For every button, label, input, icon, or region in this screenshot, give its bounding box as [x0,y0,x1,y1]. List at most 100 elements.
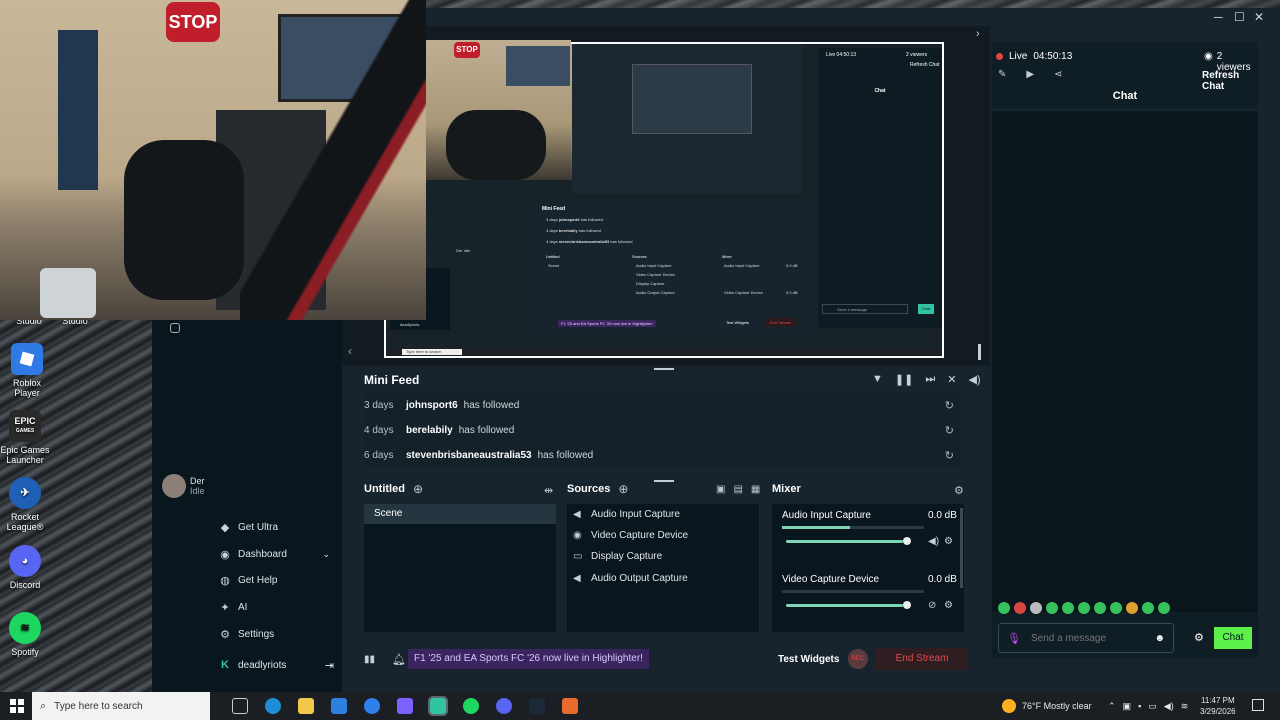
file-explorer-icon[interactable] [298,698,314,714]
share-icon[interactable]: ⋖ [1054,69,1062,80]
add-source-icon[interactable]: ⊕ [618,482,628,496]
user-block[interactable]: Der Idle [162,468,218,504]
muted-icon[interactable]: ⊘ [928,600,936,611]
emote-icon[interactable] [1014,602,1026,614]
close-button[interactable]: ✕ [1254,10,1264,24]
taskbar-search[interactable]: ⌕ Type here to search [32,692,210,720]
replay-icon[interactable]: ↻ [945,424,954,437]
source-item[interactable]: ▭ Display Capture [573,546,662,566]
add-scene-icon[interactable]: ⊕ [413,482,423,496]
end-stream-button[interactable]: End Stream [876,648,968,670]
desktop-icon-spotify[interactable]: ≋ Spotify [0,612,52,657]
source-item[interactable]: ◀ Audio Input Capture [573,504,680,524]
emote-icon[interactable] [998,602,1010,614]
desktop-icon-rocket-league[interactable]: ✈ Rocket League® [0,477,52,532]
volume-slider-knob[interactable] [903,601,911,609]
emote-icon[interactable] [1094,602,1106,614]
chat-settings-icon[interactable]: ⚙ [1194,631,1204,644]
skip-icon[interactable]: ⏭ [925,373,935,386]
mixer-settings-icon[interactable]: ⚙ [954,484,964,497]
record-button[interactable]: REC [848,649,868,669]
emote-icon[interactable] [1126,602,1138,614]
volume-icon[interactable]: ◀) [968,373,980,386]
edit-icon[interactable]: ✎ [998,69,1006,80]
emote-icon[interactable] [1046,602,1058,614]
minimize-button[interactable]: ─ [1214,10,1223,24]
emote-icon[interactable] [1030,602,1042,614]
gear-icon[interactable]: ⚙ [944,600,953,611]
preview-collapse-icon[interactable]: ‹ [348,344,352,358]
preview-resize-handle[interactable] [978,344,981,360]
copilot-icon[interactable] [397,698,413,714]
replay-icon[interactable]: ↻ [945,399,954,412]
news-banner[interactable]: F1 '25 and EA Sports FC '26 now live in … [408,649,649,669]
test-widgets-button[interactable]: Test Widgets [778,654,839,665]
windows-start-icon[interactable] [10,699,24,713]
stats-icon[interactable]: ▮▮ [364,654,375,665]
microphone-icon[interactable]: 🎙︎ [1007,632,1021,645]
volume-icon[interactable]: ◀) [1164,701,1174,712]
panel-drag-handle[interactable] [654,368,674,370]
desktop-icon-roblox[interactable]: Roblox Player [0,343,54,398]
emote-icon[interactable] [1078,602,1090,614]
feed-row-name[interactable]: stevenbrisbaneaustralia53 [406,450,532,461]
network-icon[interactable]: ▭ [1148,701,1157,712]
tray-app-icon[interactable]: ▪ [1138,701,1141,711]
gear-icon[interactable]: ⚙ [944,536,953,547]
pause-icon[interactable]: ❚❚ [895,373,913,386]
spotify-taskbar-icon[interactable] [463,698,479,714]
filter-icon[interactable]: ▼ [872,373,883,386]
steam-icon[interactable] [529,698,545,714]
weather-widget[interactable]: 76°F Mostly clear [1002,692,1092,720]
video-icon[interactable]: ▶ [1026,69,1034,80]
chevron-right-icon[interactable]: › [976,28,980,40]
sidebar-item-settings[interactable]: ⚙ Settings [218,623,338,645]
emote-icon[interactable] [1142,602,1154,614]
sidebar-item-dashboard[interactable]: ◉ Dashboard ⌄ [218,543,338,565]
notifications-icon[interactable] [1252,699,1264,711]
folder-icon[interactable]: ▤ [733,484,742,495]
desktop-icon-epic[interactable]: EPIC GAMES Epic Games Launcher [0,410,52,465]
scene-transitions-icon[interactable]: ⇹ [544,484,553,497]
chevron-up-icon[interactable]: ⌃ [1108,701,1116,712]
chat-input[interactable] [1030,632,1145,644]
emote-icon[interactable] [1110,602,1122,614]
logout-icon[interactable]: ⇥ [325,659,334,672]
task-view-icon[interactable] [232,698,248,714]
discord-taskbar-icon[interactable] [496,698,512,714]
replay-icon[interactable]: ↻ [945,449,954,462]
scene-item[interactable]: Scene [364,504,556,524]
group-icon[interactable]: ▣ [716,484,725,495]
desktop-icon-discord[interactable]: ◕ Discord [0,545,52,590]
edge-icon[interactable] [265,698,281,714]
streamlabs-taskbar-icon[interactable] [428,696,448,716]
emote-icon[interactable] [1062,602,1074,614]
mute-alerts-icon[interactable]: ✕ [947,373,956,386]
mixer-scrollbar[interactable] [960,508,963,588]
volume-slider[interactable] [786,537,911,545]
source-item[interactable]: ◀ Audio Output Capture [573,568,688,588]
scenes-title[interactable]: Untitled [364,483,405,495]
mute-icon[interactable]: ◀) [928,536,939,547]
sidebar-item-get-ultra[interactable]: ◆ Get Ultra [218,516,338,538]
source-item[interactable]: ◉ Video Capture Device [573,525,688,545]
sidebar-collapse-icon[interactable] [170,323,180,333]
emote-icon[interactable] [1158,602,1170,614]
account-item[interactable]: Kdeadlyriots ⇥ [218,654,334,676]
image-icon[interactable]: ▦ [751,484,760,495]
sidebar-item-get-help[interactable]: ◍ Get Help [218,569,338,591]
clock[interactable]: 11:47 PM 3/29/2026 [1200,692,1236,720]
feed-row-name[interactable]: berelabily [406,425,453,436]
emoji-icon[interactable]: ☻ [1154,633,1165,644]
tray-app-icon[interactable]: ▣ [1123,701,1132,712]
chat-send-button[interactable]: Chat [1214,627,1252,649]
panel-drag-handle-2[interactable] [654,480,674,482]
mail-icon[interactable] [364,698,380,714]
wifi-icon[interactable]: ≋ [1181,701,1189,712]
app-taskbar-icon[interactable] [562,698,578,714]
store-icon[interactable] [331,698,347,714]
notification-bell-icon[interactable]: 🔔︎ [392,653,406,666]
maximize-button[interactable]: ☐ [1234,10,1245,24]
feed-row-name[interactable]: johnsport6 [406,400,458,411]
volume-slider-knob[interactable] [903,537,911,545]
